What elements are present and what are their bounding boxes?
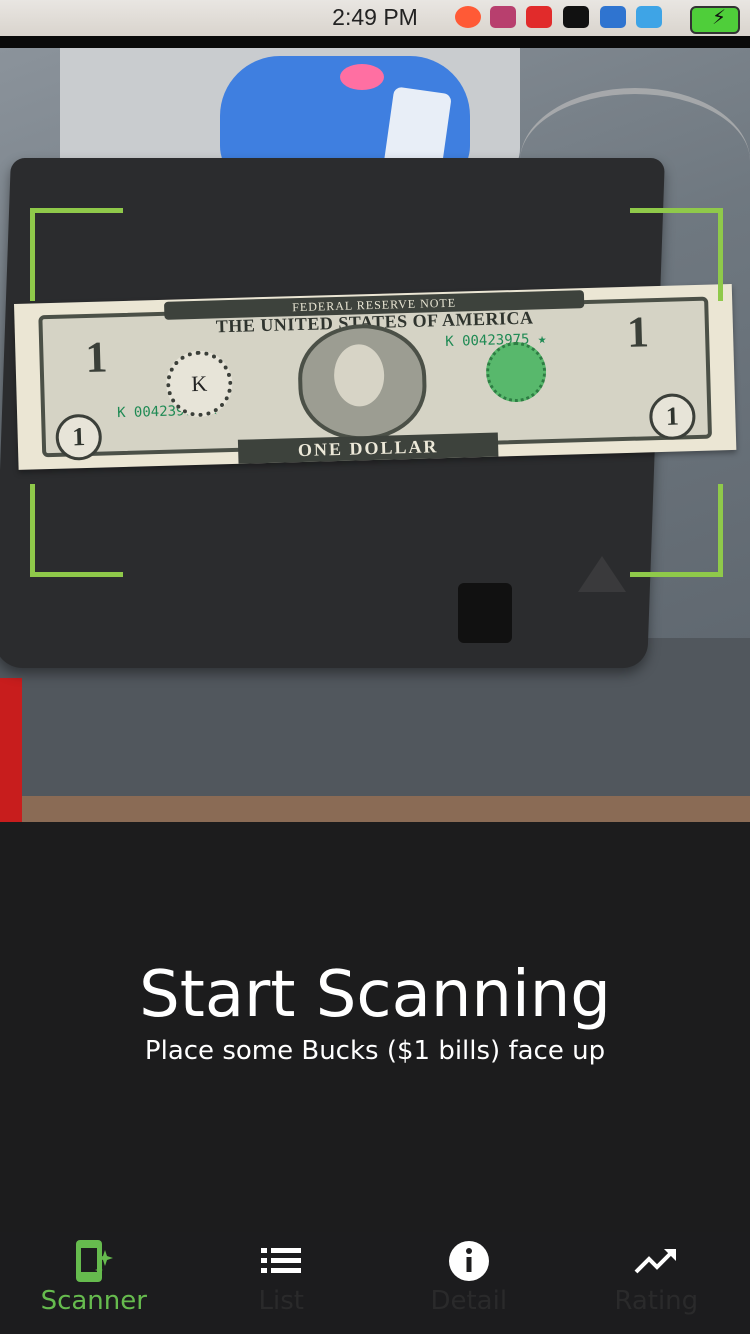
scan-frame-corner-bottom-left	[30, 484, 123, 577]
plush-nose	[340, 64, 384, 90]
tab-rating-label: Rating	[614, 1286, 699, 1316]
dollar-bill: FEDERAL RESERVE NOTE THE UNITED STATES O…	[14, 283, 737, 470]
scan-headline: Start Scanning	[139, 958, 611, 1032]
notebook-band	[458, 583, 512, 643]
tab-scanner-label: Scanner	[40, 1286, 147, 1316]
tab-scanner[interactable]: Scanner	[0, 1232, 188, 1334]
tab-list[interactable]: List	[188, 1232, 376, 1334]
scan-frame-corner-bottom-right	[630, 484, 723, 577]
red-cloth	[0, 678, 22, 822]
status-time: 2:49 PM	[332, 4, 418, 30]
camera-preview: FEDERAL RESERVE NOTE THE UNITED STATES O…	[0, 48, 750, 822]
info-icon	[375, 1236, 563, 1286]
notebook-logo-icon	[578, 556, 626, 592]
tab-detail[interactable]: Detail	[375, 1232, 563, 1334]
desk-edge	[0, 796, 750, 822]
scan-frame-corner-top-left	[30, 208, 123, 301]
tab-detail-label: Detail	[430, 1286, 508, 1316]
bottom-tab-bar: Scanner List Detail Rating	[0, 1232, 750, 1334]
trending-up-icon	[563, 1236, 750, 1286]
scanner-icon	[0, 1236, 188, 1286]
bill-numeral-left: 1	[84, 332, 109, 383]
list-icon	[188, 1236, 376, 1286]
tab-rating[interactable]: Rating	[563, 1232, 750, 1334]
charging-bolt-icon: ⚡	[711, 5, 726, 29]
tab-list-label: List	[258, 1286, 304, 1316]
status-bar: 2:49 PM ⚡	[0, 0, 750, 48]
scan-frame-corner-top-right	[630, 208, 723, 301]
scan-instruction: Place some Bucks ($1 bills) face up	[144, 1036, 606, 1066]
bill-numeral-right: 1	[626, 307, 650, 357]
